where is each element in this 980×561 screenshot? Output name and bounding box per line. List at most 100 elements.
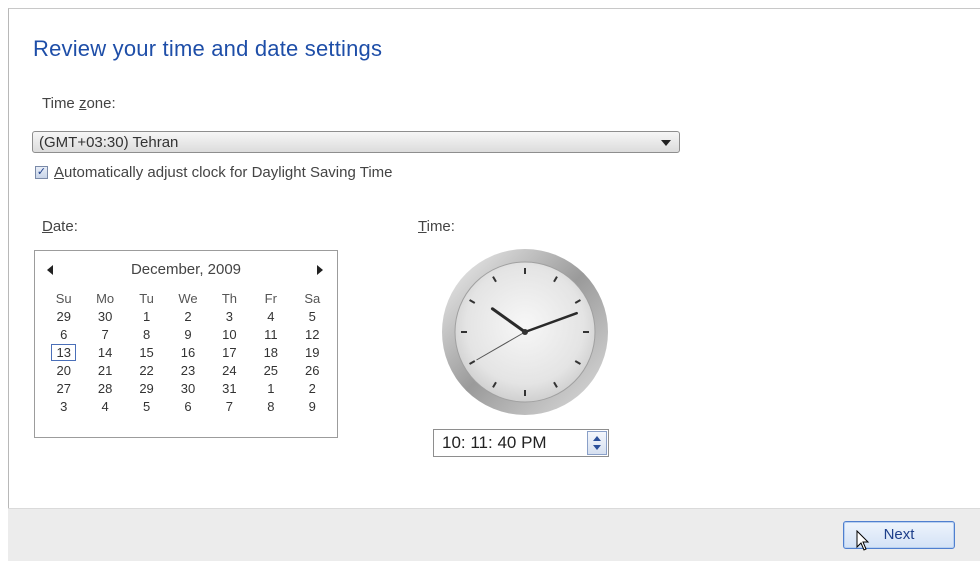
- time-input[interactable]: 10: 11: 40 PM: [433, 429, 609, 457]
- calendar-day-number: 30: [180, 380, 196, 396]
- dst-checkbox[interactable]: ✓: [35, 166, 48, 179]
- calendar-day[interactable]: 9: [292, 397, 333, 415]
- calendar-day[interactable]: 12: [292, 325, 333, 343]
- calendar-day[interactable]: 24: [209, 361, 250, 379]
- weekday-label: Tu: [139, 290, 154, 306]
- calendar-day[interactable]: 26: [292, 361, 333, 379]
- calendar-day[interactable]: 15: [126, 343, 167, 361]
- time-spinner[interactable]: [587, 431, 607, 455]
- chevron-down-icon: [661, 140, 671, 146]
- weekday-label: We: [178, 290, 198, 306]
- calendar-day[interactable]: 30: [167, 379, 208, 397]
- calendar-day[interactable]: 9: [167, 325, 208, 343]
- calendar-day-number: 25: [263, 362, 279, 378]
- dst-checkbox-row[interactable]: ✓ Automatically adjust clock for Dayligh…: [35, 164, 393, 181]
- calendar-day[interactable]: 18: [250, 343, 291, 361]
- calendar-day[interactable]: 5: [292, 307, 333, 325]
- calendar-day[interactable]: 3: [43, 397, 84, 415]
- calendar-day[interactable]: 3: [209, 307, 250, 325]
- chevron-right-icon[interactable]: [317, 265, 323, 275]
- calendar-day[interactable]: 16: [167, 343, 208, 361]
- calendar-day-number: 6: [184, 398, 192, 414]
- calendar-week-row: 29 30 1 2 3 4 5: [43, 307, 333, 325]
- calendar-day[interactable]: 13: [43, 343, 84, 361]
- page-title: Review your time and date settings: [33, 36, 383, 61]
- dst-label-text: utomatically adjust clock for Daylight S…: [64, 164, 393, 181]
- timezone-label-suffix: one:: [86, 95, 116, 112]
- calendar-day[interactable]: 2: [292, 379, 333, 397]
- calendar-day[interactable]: 5: [126, 397, 167, 415]
- calendar-day-number: 19: [305, 344, 320, 360]
- calendar-day[interactable]: 28: [84, 379, 125, 397]
- analog-clock: [442, 249, 608, 415]
- calendar-day[interactable]: 25: [250, 361, 291, 379]
- calendar-day-number: 16: [180, 344, 196, 360]
- calendar-day-number: 4: [267, 308, 275, 324]
- calendar-day-number: 10: [222, 326, 237, 342]
- time-value: 10: 11: 40 PM: [442, 433, 547, 452]
- time-label-accesskey: T: [418, 218, 427, 235]
- calendar-week-row: 13 14 15 16 17 18 19: [43, 343, 333, 361]
- calendar-day-number: 29: [56, 308, 71, 324]
- calendar-day[interactable]: 8: [126, 325, 167, 343]
- calendar-day[interactable]: 8: [250, 397, 291, 415]
- calendar-header: December, 2009: [35, 261, 337, 281]
- timezone-selected-value: (GMT+03:30) Tehran: [39, 134, 179, 151]
- calendar-day-number: 8: [267, 398, 275, 414]
- calendar-day[interactable]: 1: [126, 307, 167, 325]
- calendar-day-number: 2: [308, 380, 316, 396]
- calendar-day[interactable]: 31: [209, 379, 250, 397]
- calendar-day-number: 26: [305, 362, 320, 378]
- calendar-day-number: 9: [308, 398, 316, 414]
- calendar-day[interactable]: 29: [43, 307, 84, 325]
- calendar-day[interactable]: 21: [84, 361, 125, 379]
- calendar-day[interactable]: 2: [167, 307, 208, 325]
- calendar-grid: Su Mo Tu We Th Fr Sa 29 30 1 2 3 4 5 6 7 8 9 10 11 12…: [43, 289, 333, 415]
- calendar-day[interactable]: 4: [250, 307, 291, 325]
- calendar-day-number: 21: [97, 362, 113, 378]
- time-label: Time:: [418, 218, 455, 235]
- calendar-day[interactable]: 7: [84, 325, 125, 343]
- calendar-day-number: 3: [60, 398, 68, 414]
- calendar-day[interactable]: 4: [84, 397, 125, 415]
- calendar-day[interactable]: 19: [292, 343, 333, 361]
- dst-label-accesskey: A: [54, 164, 65, 181]
- mouse-pointer-icon: [856, 530, 870, 551]
- calendar-weekday-row: Su Mo Tu We Th Fr Sa: [43, 289, 333, 307]
- date-label-text: ate:: [52, 218, 78, 235]
- calendar-day[interactable]: 29: [126, 379, 167, 397]
- calendar-day[interactable]: 11: [250, 325, 291, 343]
- weekday-label: Mo: [96, 290, 115, 306]
- calendar-day-number: 3: [225, 308, 234, 324]
- calendar-day[interactable]: 30: [84, 307, 125, 325]
- calendar-day-number: 8: [142, 326, 151, 342]
- calendar-day[interactable]: 22: [126, 361, 167, 379]
- calendar-week-row: 20 21 22 23 24 25 26: [43, 361, 333, 379]
- calendar-day-number: 9: [184, 326, 192, 342]
- calendar-day[interactable]: 20: [43, 361, 84, 379]
- calendar-day[interactable]: 1: [250, 379, 291, 397]
- timezone-dropdown[interactable]: (GMT+03:30) Tehran: [32, 131, 680, 153]
- calendar-day[interactable]: 14: [84, 343, 125, 361]
- calendar-day[interactable]: 6: [43, 325, 84, 343]
- calendar-day[interactable]: 17: [209, 343, 250, 361]
- calendar-day[interactable]: 23: [167, 361, 208, 379]
- calendar-day[interactable]: 6: [167, 397, 208, 415]
- calendar-day-number: 23: [180, 362, 196, 378]
- date-label: Date:: [42, 218, 78, 235]
- calendar-day[interactable]: 7: [209, 397, 250, 415]
- calendar-day[interactable]: 10: [209, 325, 250, 343]
- calendar-day-number: 17: [222, 344, 237, 360]
- calendar-day-number: 31: [222, 380, 237, 396]
- dst-label: Automatically adjust clock for Daylight …: [54, 164, 393, 181]
- calendar-day[interactable]: 27: [43, 379, 84, 397]
- arrow-down-icon[interactable]: [593, 445, 601, 450]
- calendar-month-title: December, 2009: [130, 261, 242, 278]
- calendar-week-row: 27 28 29 30 31 1 2: [43, 379, 333, 397]
- arrow-up-icon[interactable]: [593, 436, 601, 441]
- timezone-label: Time zone:: [42, 95, 116, 112]
- calendar-day-number: 5: [308, 308, 316, 324]
- calendar-day-number: 14: [97, 344, 113, 360]
- calendar-day-number: 18: [263, 344, 279, 360]
- clock-center: [522, 329, 528, 335]
